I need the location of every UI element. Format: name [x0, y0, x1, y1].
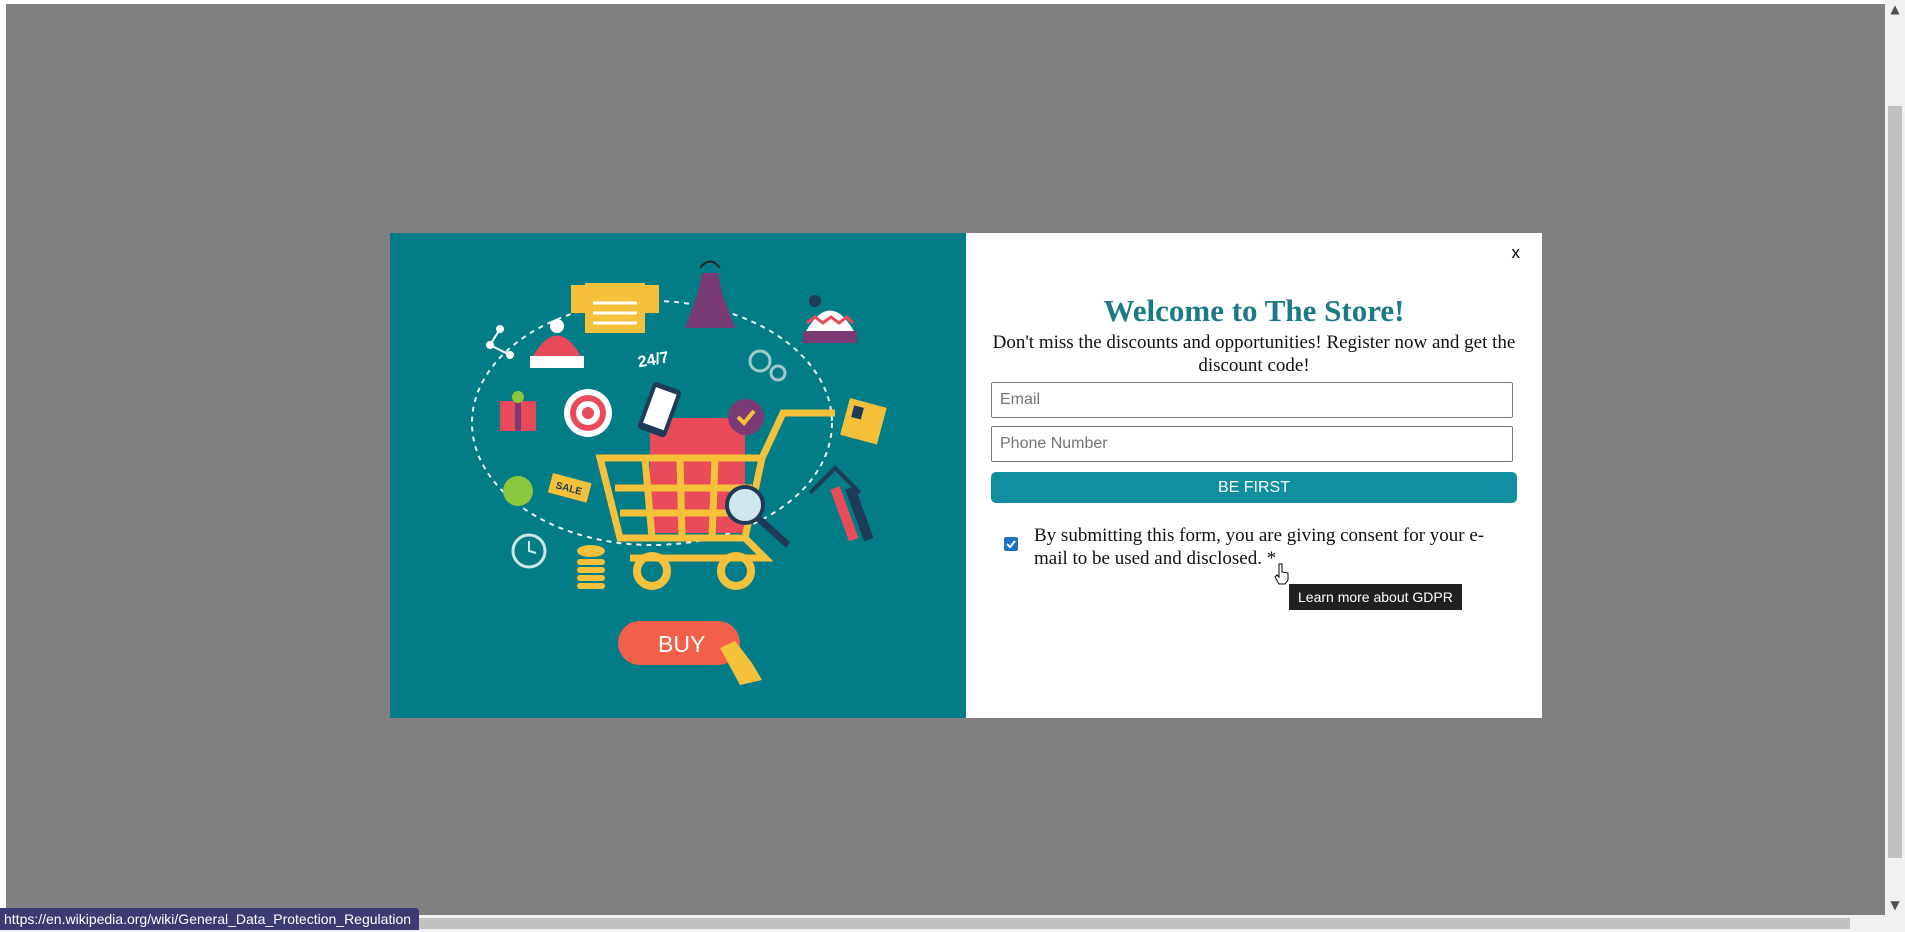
- scroll-down-icon[interactable]: ▼: [1885, 896, 1905, 914]
- vertical-scrollbar[interactable]: ▲ ▼: [1885, 0, 1905, 932]
- status-bar-url: https://en.wikipedia.org/wiki/General_Da…: [0, 908, 420, 930]
- shopping-cart-illustration: 24/7 SALE BUY: [471, 260, 887, 685]
- buy-label: BUY: [658, 631, 705, 657]
- email-input[interactable]: [991, 382, 1513, 418]
- signup-form: x Welcome to The Store! Don't miss the d…: [966, 233, 1542, 718]
- scroll-up-icon[interactable]: ▲: [1885, 0, 1905, 18]
- modal-subtitle: Don't miss the discounts and opportuniti…: [992, 332, 1516, 376]
- close-button[interactable]: x: [1512, 243, 1521, 263]
- be-first-button[interactable]: BE FIRST: [991, 472, 1517, 503]
- hours-label: 24/7: [637, 349, 671, 371]
- shopping-illustration: 24/7 SALE BUY: [390, 233, 966, 718]
- consent-checkbox[interactable]: [1004, 537, 1018, 551]
- consent-row: By submitting this form, you are giving …: [1004, 524, 1504, 570]
- hand-cursor-icon: [1274, 563, 1289, 585]
- vertical-scroll-thumb[interactable]: [1888, 106, 1902, 858]
- modal-title: Welcome to The Store!: [1103, 293, 1405, 328]
- phone-input[interactable]: [991, 426, 1513, 462]
- popup-modal: 24/7 SALE BUY x Welcome to The Store! Do…: [390, 233, 1542, 718]
- consent-text[interactable]: By submitting this form, you are giving …: [1034, 524, 1504, 570]
- gdpr-tooltip: Learn more about GDPR: [1289, 584, 1462, 610]
- checkmark-icon: [1006, 540, 1016, 549]
